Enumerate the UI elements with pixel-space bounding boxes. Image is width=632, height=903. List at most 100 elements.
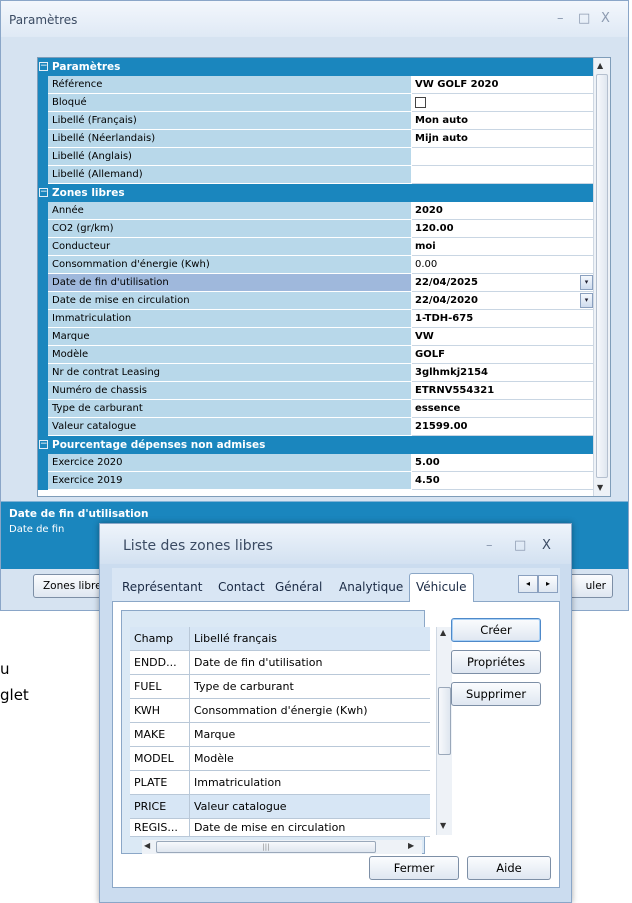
list-item[interactable]: REGIS... Date de mise en circulation — [130, 819, 430, 837]
scrollbar-thumb[interactable] — [438, 687, 451, 755]
create-button[interactable]: Créer — [451, 618, 541, 642]
tab-scroll-left-icon[interactable]: ◂ — [518, 575, 538, 593]
property-value[interactable]: 22/04/2025 — [412, 274, 594, 292]
property-row-exercice-2020[interactable]: Exercice 2020 5.00 — [38, 454, 594, 472]
property-row-libelle-fr[interactable]: Libellé (Français) Mon auto — [38, 112, 594, 130]
property-row-annee[interactable]: Année 2020 — [38, 202, 594, 220]
maximize-icon[interactable]: □ — [578, 11, 590, 26]
property-value[interactable] — [412, 166, 594, 184]
tab-representant[interactable]: Représentant — [122, 580, 202, 594]
property-row-libelle-en[interactable]: Libellé (Anglais) — [38, 148, 594, 166]
property-value[interactable]: 21599.00 — [412, 418, 594, 436]
property-row-marque[interactable]: Marque VW — [38, 328, 594, 346]
property-row-immatriculation[interactable]: Immatriculation 1-TDH-675 — [38, 310, 594, 328]
scrollbar-thumb[interactable] — [596, 74, 608, 478]
property-value[interactable]: VW — [412, 328, 594, 346]
row-gutter — [38, 148, 48, 166]
tab-vehicule[interactable]: Véhicule — [409, 573, 474, 603]
list-item[interactable]: MODEL Modèle — [130, 747, 430, 771]
category-pourcentage[interactable]: − Pourcentage dépenses non admises — [38, 436, 594, 454]
property-row-valeur-catalogue[interactable]: Valeur catalogue 21599.00 — [38, 418, 594, 436]
property-value[interactable]: Mon auto — [412, 112, 594, 130]
tab-analytique[interactable]: Analytique — [339, 580, 403, 594]
scroll-down-icon[interactable]: ▼ — [597, 483, 603, 492]
property-row-co2[interactable]: CO2 (gr/km) 120.00 — [38, 220, 594, 238]
scroll-right-icon[interactable]: ▶ — [408, 841, 414, 850]
list-item-selected[interactable]: PRICE Valeur catalogue — [130, 795, 430, 819]
scroll-left-icon[interactable]: ◀ — [144, 841, 150, 850]
category-parametres[interactable]: − Paramètres — [38, 58, 594, 76]
property-value[interactable]: ETRNV554321 — [412, 382, 594, 400]
dropdown-icon[interactable]: ▾ — [580, 275, 593, 290]
dropdown-icon[interactable]: ▾ — [580, 293, 593, 308]
property-row-conducteur[interactable]: Conducteur moi — [38, 238, 594, 256]
property-row-carburant[interactable]: Type de carburant essence — [38, 400, 594, 418]
collapse-icon[interactable]: − — [39, 440, 48, 449]
minimize-icon[interactable]: – — [557, 11, 564, 26]
category-label: Pourcentage dépenses non admises — [52, 439, 266, 451]
list-item-label: Immatriculation — [194, 776, 282, 789]
row-gutter — [38, 166, 48, 184]
close-icon[interactable]: X — [601, 11, 610, 26]
help-button[interactable]: Aide — [467, 856, 551, 880]
property-row-bloque[interactable]: Bloqué — [38, 94, 594, 112]
parameters-window-title: Paramètres — [9, 13, 78, 27]
list-item[interactable]: PLATE Immatriculation — [130, 771, 430, 795]
property-value[interactable]: 4.50 — [412, 472, 594, 490]
grid-vertical-scrollbar[interactable]: ▲ ▼ — [593, 58, 610, 496]
property-row-modele[interactable]: Modèle GOLF — [38, 346, 594, 364]
column-header-champ[interactable]: Champ — [130, 627, 190, 650]
delete-button[interactable]: Supprimer — [451, 682, 541, 706]
property-row-consommation[interactable]: Consommation d'énergie (Kwh) 0.00 — [38, 256, 594, 274]
property-value[interactable]: 1-TDH-675 — [412, 310, 594, 328]
scroll-up-icon[interactable]: ▲ — [597, 61, 603, 70]
parameters-titlebar[interactable]: Paramètres – □ X — [1, 1, 628, 37]
property-value[interactable]: essence — [412, 400, 594, 418]
property-value[interactable]: 3glhmkj2154 — [412, 364, 594, 382]
property-row-contrat-leasing[interactable]: Nr de contrat Leasing 3glhmkj2154 — [38, 364, 594, 382]
row-gutter — [38, 346, 48, 364]
property-row-date-fin[interactable]: Date de fin d'utilisation 22/04/2025 ▾ — [38, 274, 594, 292]
scroll-down-icon[interactable]: ▼ — [440, 821, 446, 830]
property-value[interactable]: 5.00 — [412, 454, 594, 472]
list-item[interactable]: ENDD... Date de fin d'utilisation — [130, 651, 430, 675]
property-value[interactable]: GOLF — [412, 346, 594, 364]
column-header-libelle[interactable]: Libellé français — [190, 627, 410, 650]
property-value[interactable] — [412, 148, 594, 166]
property-value[interactable]: 22/04/2020 — [412, 292, 594, 310]
property-row-date-mise[interactable]: Date de mise en circulation 22/04/2020 ▾ — [38, 292, 594, 310]
category-zones-libres[interactable]: − Zones libres — [38, 184, 594, 202]
list-item[interactable]: MAKE Marque — [130, 723, 430, 747]
tab-general[interactable]: Général — [275, 580, 322, 594]
property-value[interactable]: 120.00 — [412, 220, 594, 238]
collapse-icon[interactable]: − — [39, 188, 48, 197]
collapse-icon[interactable]: − — [39, 62, 48, 71]
close-icon[interactable]: X — [542, 538, 551, 553]
scrollbar-thumb[interactable]: ||| — [156, 841, 376, 853]
list-horizontal-scrollbar[interactable]: ◀ ||| ▶ — [142, 840, 422, 854]
property-row-chassis[interactable]: Numéro de chassis ETRNV554321 — [38, 382, 594, 400]
tab-scroll-right-icon[interactable]: ▸ — [538, 575, 558, 593]
property-value[interactable]: moi — [412, 238, 594, 256]
list-item[interactable]: KWH Consommation d'énergie (Kwh) — [130, 699, 430, 723]
bloque-checkbox[interactable] — [415, 97, 426, 108]
properties-button[interactable]: Propriétes — [451, 650, 541, 674]
property-row-libelle-nl[interactable]: Libellé (Néerlandais) Mijn auto — [38, 130, 594, 148]
property-value[interactable]: 2020 — [412, 202, 594, 220]
list-vertical-scrollbar[interactable]: ▲ ▼ — [436, 627, 452, 835]
row-gutter — [38, 472, 48, 490]
property-value[interactable]: VW GOLF 2020 — [412, 76, 594, 94]
property-row-exercice-2019[interactable]: Exercice 2019 4.50 — [38, 472, 594, 490]
property-row-reference[interactable]: Référence VW GOLF 2020 — [38, 76, 594, 94]
tab-contact[interactable]: Contact — [218, 580, 265, 594]
property-value[interactable]: Mijn auto — [412, 130, 594, 148]
row-gutter — [38, 220, 48, 238]
dialog-titlebar[interactable]: Liste des zones libres – □ X — [100, 524, 571, 564]
property-value[interactable]: 0.00 — [412, 256, 594, 274]
list-item[interactable]: FUEL Type de carburant — [130, 675, 430, 699]
minimize-icon[interactable]: – — [486, 538, 493, 553]
maximize-icon[interactable]: □ — [514, 538, 526, 553]
property-row-libelle-de[interactable]: Libellé (Allemand) — [38, 166, 594, 184]
close-button[interactable]: Fermer — [369, 856, 459, 880]
scroll-up-icon[interactable]: ▲ — [440, 628, 446, 637]
